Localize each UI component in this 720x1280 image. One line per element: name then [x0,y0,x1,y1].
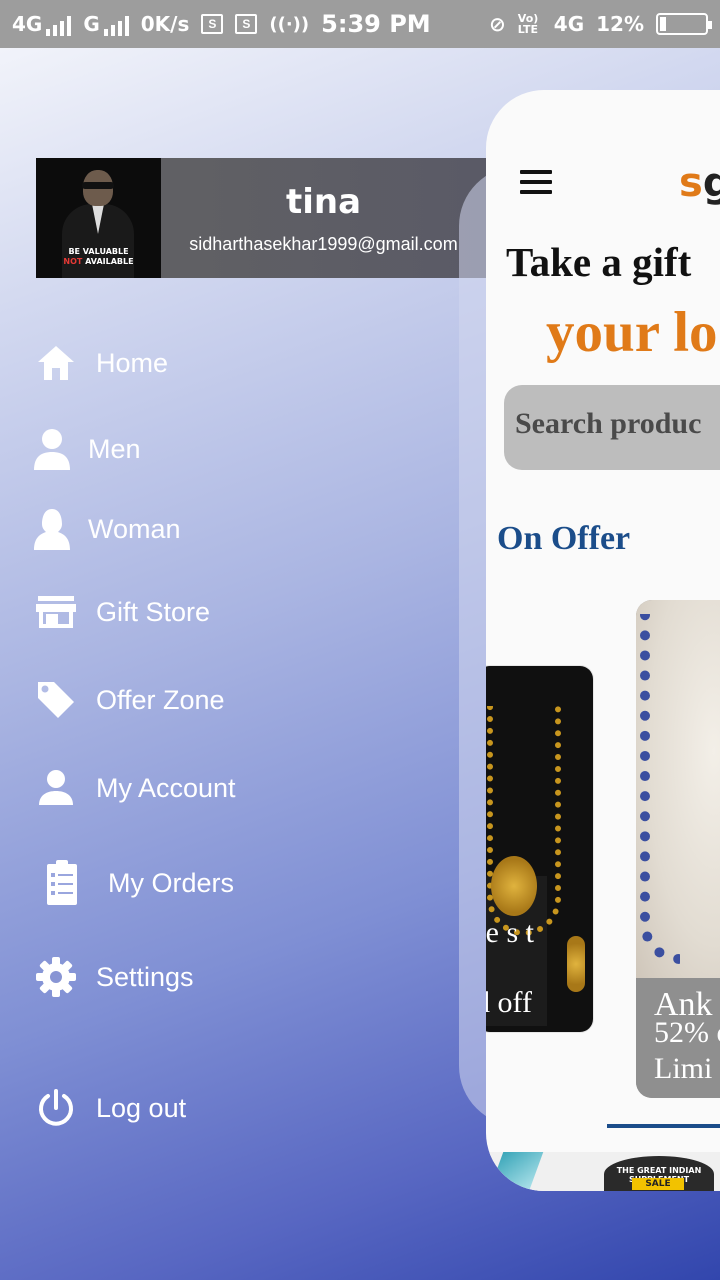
power-icon [39,1089,73,1126]
menu-item-home[interactable]: Home [36,344,168,382]
menu-label: Home [96,347,169,378]
menu-label: My Account [96,772,236,803]
person-icon [39,770,73,805]
store-icon [36,596,76,628]
tag-icon [38,682,74,718]
menu-item-woman[interactable]: Woman [32,508,181,550]
menu-label: Settings [96,961,194,992]
banner-sale-label: SALE [632,1178,684,1190]
hotspot-icon: ((·)) [269,13,310,35]
network-indicator-2: G [83,12,129,36]
network-indicator-3: 4G [553,12,585,36]
avatar[interactable]: BE VALUABLE NOT AVAILABLE [36,158,161,278]
status-bar: 4G G 0K/s S S ((·)) 5:39 PM ⊘ Vo) LTE 4G… [0,0,720,48]
status-left: 4G G 0K/s S S ((·)) 5:39 PM [12,10,431,38]
status-right: ⊘ Vo) LTE 4G 12% [489,12,712,36]
menu-label: Woman [88,513,181,544]
signal-icon [103,15,129,36]
network-indicator-1: 4G [12,12,72,36]
signal-icon [46,15,72,36]
user-info: tina sidharthasekhar1999@gmail.com [161,158,486,278]
menu-label: Log out [96,1092,187,1123]
home-icon [38,346,74,380]
user-email: sidharthasekhar1999@gmail.com [189,234,458,254]
volte-indicator: Vo) LTE [517,12,539,36]
screenshot-icon: S [235,14,258,34]
drawer-header: BE VALUABLE NOT AVAILABLE tina sidhartha… [36,158,486,278]
menu-item-men[interactable]: Men [32,428,141,470]
data-speed: 0K/s [140,12,190,36]
menu-item-gift-store[interactable]: Gift Store [36,594,210,630]
carousel-indicator [607,1124,720,1128]
section-title-on-offer: On Offer [497,520,631,557]
user-name: tina [285,182,362,222]
product-offer: d off [486,986,532,1019]
app-logo: sg [679,160,720,206]
clipboard-icon [47,860,77,905]
clock: 5:39 PM [321,10,431,38]
search-input[interactable]: Search produc [504,385,720,470]
product-info: Ank 52% o Limi [636,978,720,1098]
battery-icon [656,13,712,35]
tagline-line2: your lo [546,301,718,364]
product-card[interactable]: Ank 52% o Limi [636,600,720,1098]
menu-label: Gift Store [96,596,211,627]
menu-item-my-orders[interactable]: My Orders [46,860,234,906]
app-preview-card[interactable]: sg Take a gift your lo Search produc On … [486,90,720,1191]
screenshot-icon: S [201,14,224,34]
gear-icon [36,957,76,997]
promo-banner[interactable]: THE GREAT INDIANSUPPLEMENT SALE [486,1152,720,1191]
product-title: ace s t [486,916,534,949]
menu-label: My Orders [108,867,235,898]
menu-label: Men [88,433,141,464]
menu-item-offer-zone[interactable]: Offer Zone [36,680,225,720]
menu-item-settings[interactable]: Settings [36,957,194,997]
man-icon [34,429,70,470]
menu-item-my-account[interactable]: My Account [38,769,236,807]
battery-percent: 12% [596,12,644,36]
product-offer: Limi [654,1052,713,1085]
woman-icon [34,509,70,550]
hamburger-menu-icon[interactable] [520,170,552,200]
mute-icon: ⊘ [489,12,506,36]
menu-label: Offer Zone [96,684,225,715]
product-discount: 52% o [654,1016,720,1049]
avatar-text-line1: BE VALUABLE [68,247,129,256]
menu-item-log-out[interactable]: Log out [36,1088,186,1128]
avatar-text-line2: NOT AVAILABLE [63,257,134,266]
tagline-line1: Take a gift [506,239,692,285]
product-card[interactable]: ace s t f d off [486,665,594,1033]
